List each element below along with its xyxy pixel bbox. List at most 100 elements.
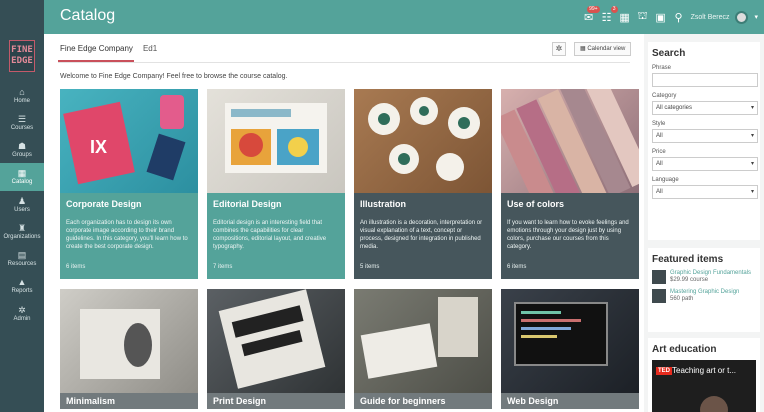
featured-item[interactable]: Graphic Design Fundamentals $29.99 cours… [652,270,756,284]
illustration-thumbnail [368,97,480,181]
catalog-card-editorial-design[interactable]: Editorial Design Editorial design is an … [207,89,345,279]
search-icon[interactable]: ⚲ [673,11,685,24]
card-title: Web Design [507,396,559,406]
search-title: Search [652,48,686,59]
groups-icon: ☗ [17,141,27,151]
calendar-view-button[interactable]: ▦ Calendar view [574,42,632,56]
gear-icon: ✲ [18,305,26,315]
catalog-card-corporate-design[interactable]: IX Corporate Design Each organization ha… [60,89,198,279]
catalog-card-print-design[interactable]: Print Design [207,289,345,412]
language-label: Language [652,177,679,183]
sidebar-item-label: Catalog [11,179,33,185]
tab-fine-edge-company[interactable]: Fine Edge Company [60,44,133,53]
phrase-label: Phrase [652,65,672,71]
sidebar-item-label: Groups [12,152,32,158]
price-label: Price [652,149,666,155]
card-description: Editorial design is an interesting field… [213,220,327,250]
sidebar-item-catalog[interactable]: ▦ Catalog [0,163,44,191]
grid-icon[interactable]: ▦ [619,11,631,24]
sidebar-item-groups[interactable]: ☗ Groups [0,136,44,164]
video-player[interactable]: TED Teaching art or t... [652,360,756,412]
art-education-widget: Art education TED Teaching art or t... [648,338,760,412]
user-name[interactable]: Zsolt Berecz [691,14,730,21]
fine-edge-logo[interactable]: FINE EDGE [9,40,35,72]
right-panel: Search Phrase Category All categories ▾ S… [644,34,764,412]
card-body: Print Design [207,393,345,409]
chevron-down-icon[interactable]: ▾ [754,13,758,21]
language-select[interactable]: All ▾ [652,185,758,199]
svg-text:IX: IX [90,137,107,157]
web-design-thumbnail [514,302,608,366]
catalog-icon: ▦ [17,168,27,178]
user-icon: ♟ [17,196,27,206]
page-title: Catalog [60,7,116,24]
card-description: An illustration is a decoration, interpr… [360,220,483,250]
style-select[interactable]: All ▾ [652,129,758,143]
featured-item-link[interactable]: Mastering Graphic Design [670,289,739,296]
catalog-card-minimalism[interactable]: Minimalism [60,289,198,412]
sidebar-item-reports[interactable]: ▲ Reports [0,272,44,300]
card-body: Corporate Design Each organization has t… [60,193,198,279]
home-icon: ⌂ [19,87,25,97]
price-value: All [656,161,663,167]
sidebar-item-resources[interactable]: ▤ Resources [0,245,44,273]
top-toolbar: ✉ 99+ ☷ 3 ▦ ⛫ ▣ ⚲ Zsolt Berecz ▾ [583,0,758,34]
featured-item[interactable]: Mastering Graphic Design 560 path [652,289,756,303]
catalog-main: Fine Edge Company Ed1 ✲ ▦ Calendar view … [44,34,644,412]
logo-line-2: EDGE [11,56,33,66]
avatar[interactable] [735,10,749,24]
color-swatches-illustration [501,89,639,193]
card-body: Web Design [501,393,639,409]
chevron-down-icon: ▾ [750,105,754,111]
sidebar-item-users[interactable]: ♟ Users [0,191,44,219]
catalog-card-web-design[interactable]: Web Design [501,289,639,412]
card-image [354,89,492,193]
chevron-down-icon: ▾ [750,161,754,167]
welcome-message: Welcome to Fine Edge Company! Feel free … [60,73,288,80]
card-item-count: 6 items [66,264,86,270]
card-body: Minimalism [60,393,198,409]
catalog-card-use-of-colors[interactable]: Use of colors If you want to learn how t… [501,89,639,279]
courses-icon: ☰ [17,114,27,124]
card-title: Use of colors [507,199,565,209]
phrase-input[interactable] [652,73,758,87]
chevron-down-icon: ▾ [750,189,754,195]
catalog-card-illustration[interactable]: Illustration An illustration is a decora… [354,89,492,279]
catalog-card-guide-for-beginners[interactable]: Guide for beginners [354,289,492,412]
price-select[interactable]: All ▾ [652,157,758,171]
settings-button[interactable]: ✲ [552,42,566,56]
category-value: All categories [656,105,693,111]
sidebar-item-label: Reports [11,288,33,294]
messages-icon[interactable]: ☷ 3 [601,5,618,24]
card-body: Editorial Design Editorial design is an … [207,193,345,279]
card-body: Use of colors If you want to learn how t… [501,193,639,279]
card-body: Guide for beginners [354,393,492,409]
featured-item-link[interactable]: Graphic Design Fundamentals [670,270,751,277]
card-title: Print Design [213,396,267,406]
card-title: Corporate Design [66,199,142,209]
language-value: All [656,189,663,195]
tab-ed1[interactable]: Ed1 [143,44,157,53]
divider [58,62,630,63]
sidebar-item-label: Courses [10,125,34,131]
card-body: Illustration An illustration is a decora… [354,193,492,279]
card-title: Guide for beginners [360,396,446,406]
card-image [207,89,345,193]
gear-icon: ✲ [555,44,563,53]
sidebar-item-home[interactable]: ⌂ Home [0,82,44,110]
book-icon[interactable]: ▣ [655,11,667,24]
category-select[interactable]: All categories ▾ [652,101,758,115]
shop-icon[interactable]: ⛫ [637,10,649,24]
tab-bar: Fine Edge Company Ed1 [60,44,157,53]
search-widget: Search Phrase Category All categories ▾ S… [648,42,760,240]
sidebar-item-label: Resources [7,261,37,267]
sidebar-item-organizations[interactable]: ♜ Organizations [0,218,44,246]
card-description: If you want to learn how to evoke feelin… [507,220,629,250]
style-value: All [656,133,663,139]
sidebar-item-courses[interactable]: ☰ Courses [0,109,44,137]
category-label: Category [652,93,677,99]
card-image [207,289,345,393]
editorial-design-illustration [225,103,327,173]
notifications-icon[interactable]: ✉ 99+ [583,5,600,24]
sidebar-item-admin[interactable]: ✲ Admin [0,300,44,328]
